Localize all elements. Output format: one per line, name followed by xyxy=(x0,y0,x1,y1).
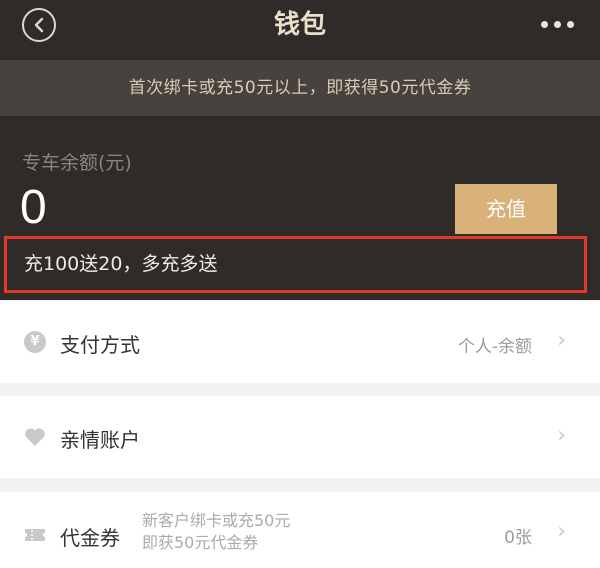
heart-icon xyxy=(24,426,46,448)
voucher-desc-line2: 即获50元代金券 xyxy=(142,533,259,552)
chevron-right-icon: › xyxy=(557,519,566,544)
voucher-desc-line1: 新客户绑卡或充50元 xyxy=(142,511,291,530)
balance-value: 0 xyxy=(20,181,47,234)
payment-method-value: 个人-余额 xyxy=(457,337,532,357)
balance-label: 专车余额(元) xyxy=(22,152,132,174)
recharge-button[interactable]: 充值 xyxy=(455,184,557,234)
chevron-right-icon: › xyxy=(557,423,566,448)
more-dots-icon xyxy=(541,20,574,28)
nav-bar: 钱包 xyxy=(0,0,600,50)
page-title: 钱包 xyxy=(273,10,326,40)
voucher-label: 代金券 xyxy=(60,526,120,550)
promo-banner[interactable]: 首次绑卡或充50元以上，即获得50元代金券 xyxy=(0,60,600,116)
family-account-label: 亲情账户 xyxy=(60,428,140,452)
voucher-row[interactable]: 代金券 新客户绑卡或充50元 即获50元代金券 0张 › xyxy=(0,492,600,568)
chevron-right-icon: › xyxy=(557,328,566,353)
back-button[interactable] xyxy=(22,8,56,42)
payment-method-row[interactable]: ¥ 支付方式 个人-余额 › xyxy=(0,301,600,383)
family-account-row[interactable]: 亲情账户 › xyxy=(0,396,600,478)
more-button[interactable] xyxy=(541,14,574,34)
voucher-count: 0张 xyxy=(504,528,532,548)
payment-method-label: 支付方式 xyxy=(60,333,140,357)
yuan-coin-icon: ¥ xyxy=(24,331,46,353)
ticket-icon xyxy=(24,524,46,546)
recharge-promo-highlight: 充100送20，多充多送 xyxy=(4,236,587,293)
back-circle-icon xyxy=(34,17,44,33)
